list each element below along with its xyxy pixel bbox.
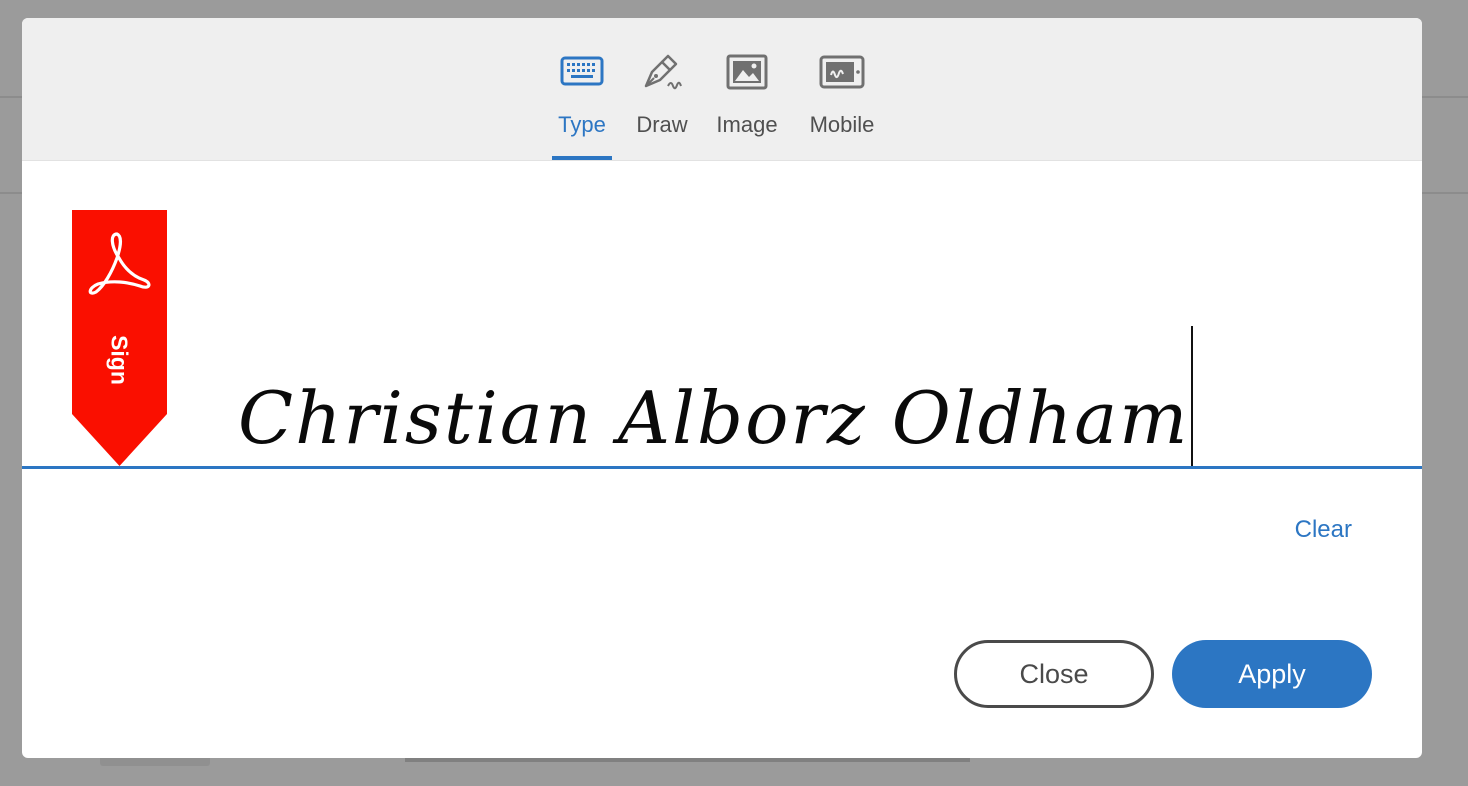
text-caret <box>1191 326 1193 468</box>
signature-input[interactable]: Christian Alborz Oldham <box>222 318 1222 468</box>
acrobat-sign-ribbon: Sign <box>72 210 167 466</box>
signature-dialog: Type Draw Image Mobile Sign Christian Al… <box>22 18 1422 758</box>
tab-type-label: Type <box>558 112 606 137</box>
ribbon-sign-label: Sign <box>106 335 133 385</box>
acrobat-logo-icon <box>84 228 154 298</box>
tab-draw[interactable]: Draw <box>630 18 694 160</box>
tab-mobile-label: Mobile <box>809 112 875 137</box>
backdrop-signature-line <box>405 758 970 762</box>
keyboard-icon <box>558 52 606 92</box>
clear-button[interactable]: Clear <box>1295 516 1352 544</box>
tab-mobile[interactable]: Mobile <box>804 18 880 160</box>
tab-draw-label: Draw <box>636 112 688 137</box>
active-tab-indicator <box>552 156 612 160</box>
apply-button[interactable]: Apply <box>1172 640 1372 708</box>
tab-image-label: Image <box>716 112 778 137</box>
tab-image[interactable]: Image <box>712 18 782 160</box>
image-icon <box>723 52 771 92</box>
close-button[interactable]: Close <box>954 640 1154 708</box>
pen-icon <box>638 52 686 92</box>
signature-baseline <box>22 466 1422 469</box>
mobile-icon <box>818 52 866 92</box>
signature-method-tabs: Type Draw Image Mobile <box>22 18 1422 161</box>
signature-typed-text: Christian Alborz Oldham <box>238 376 1190 460</box>
tab-type[interactable]: Type <box>552 18 612 160</box>
